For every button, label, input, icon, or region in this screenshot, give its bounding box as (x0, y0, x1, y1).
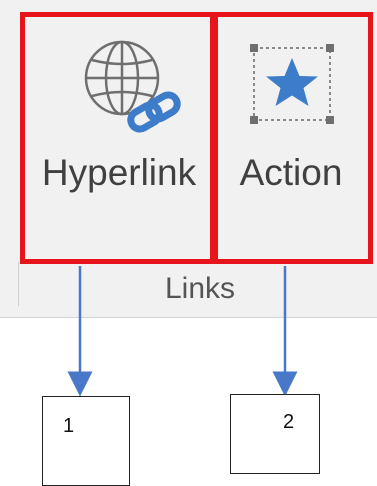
callout-box-1: 1 (42, 396, 130, 486)
hyperlink-label: Hyperlink (41, 152, 197, 193)
callout-number-2: 2 (283, 411, 295, 433)
group-separator (18, 262, 19, 306)
callout-box-2: 2 (230, 394, 320, 474)
action-label: Action (239, 152, 343, 193)
ribbon-links-group: Hyperlink Action Links (0, 0, 377, 318)
star-action-icon (244, 40, 340, 130)
action-button[interactable]: Action (212, 14, 370, 262)
hyperlink-button[interactable]: Hyperlink (22, 14, 212, 262)
globe-link-icon (78, 36, 186, 140)
group-label-links: Links (164, 272, 236, 305)
callout-number-1: 1 (63, 415, 75, 437)
